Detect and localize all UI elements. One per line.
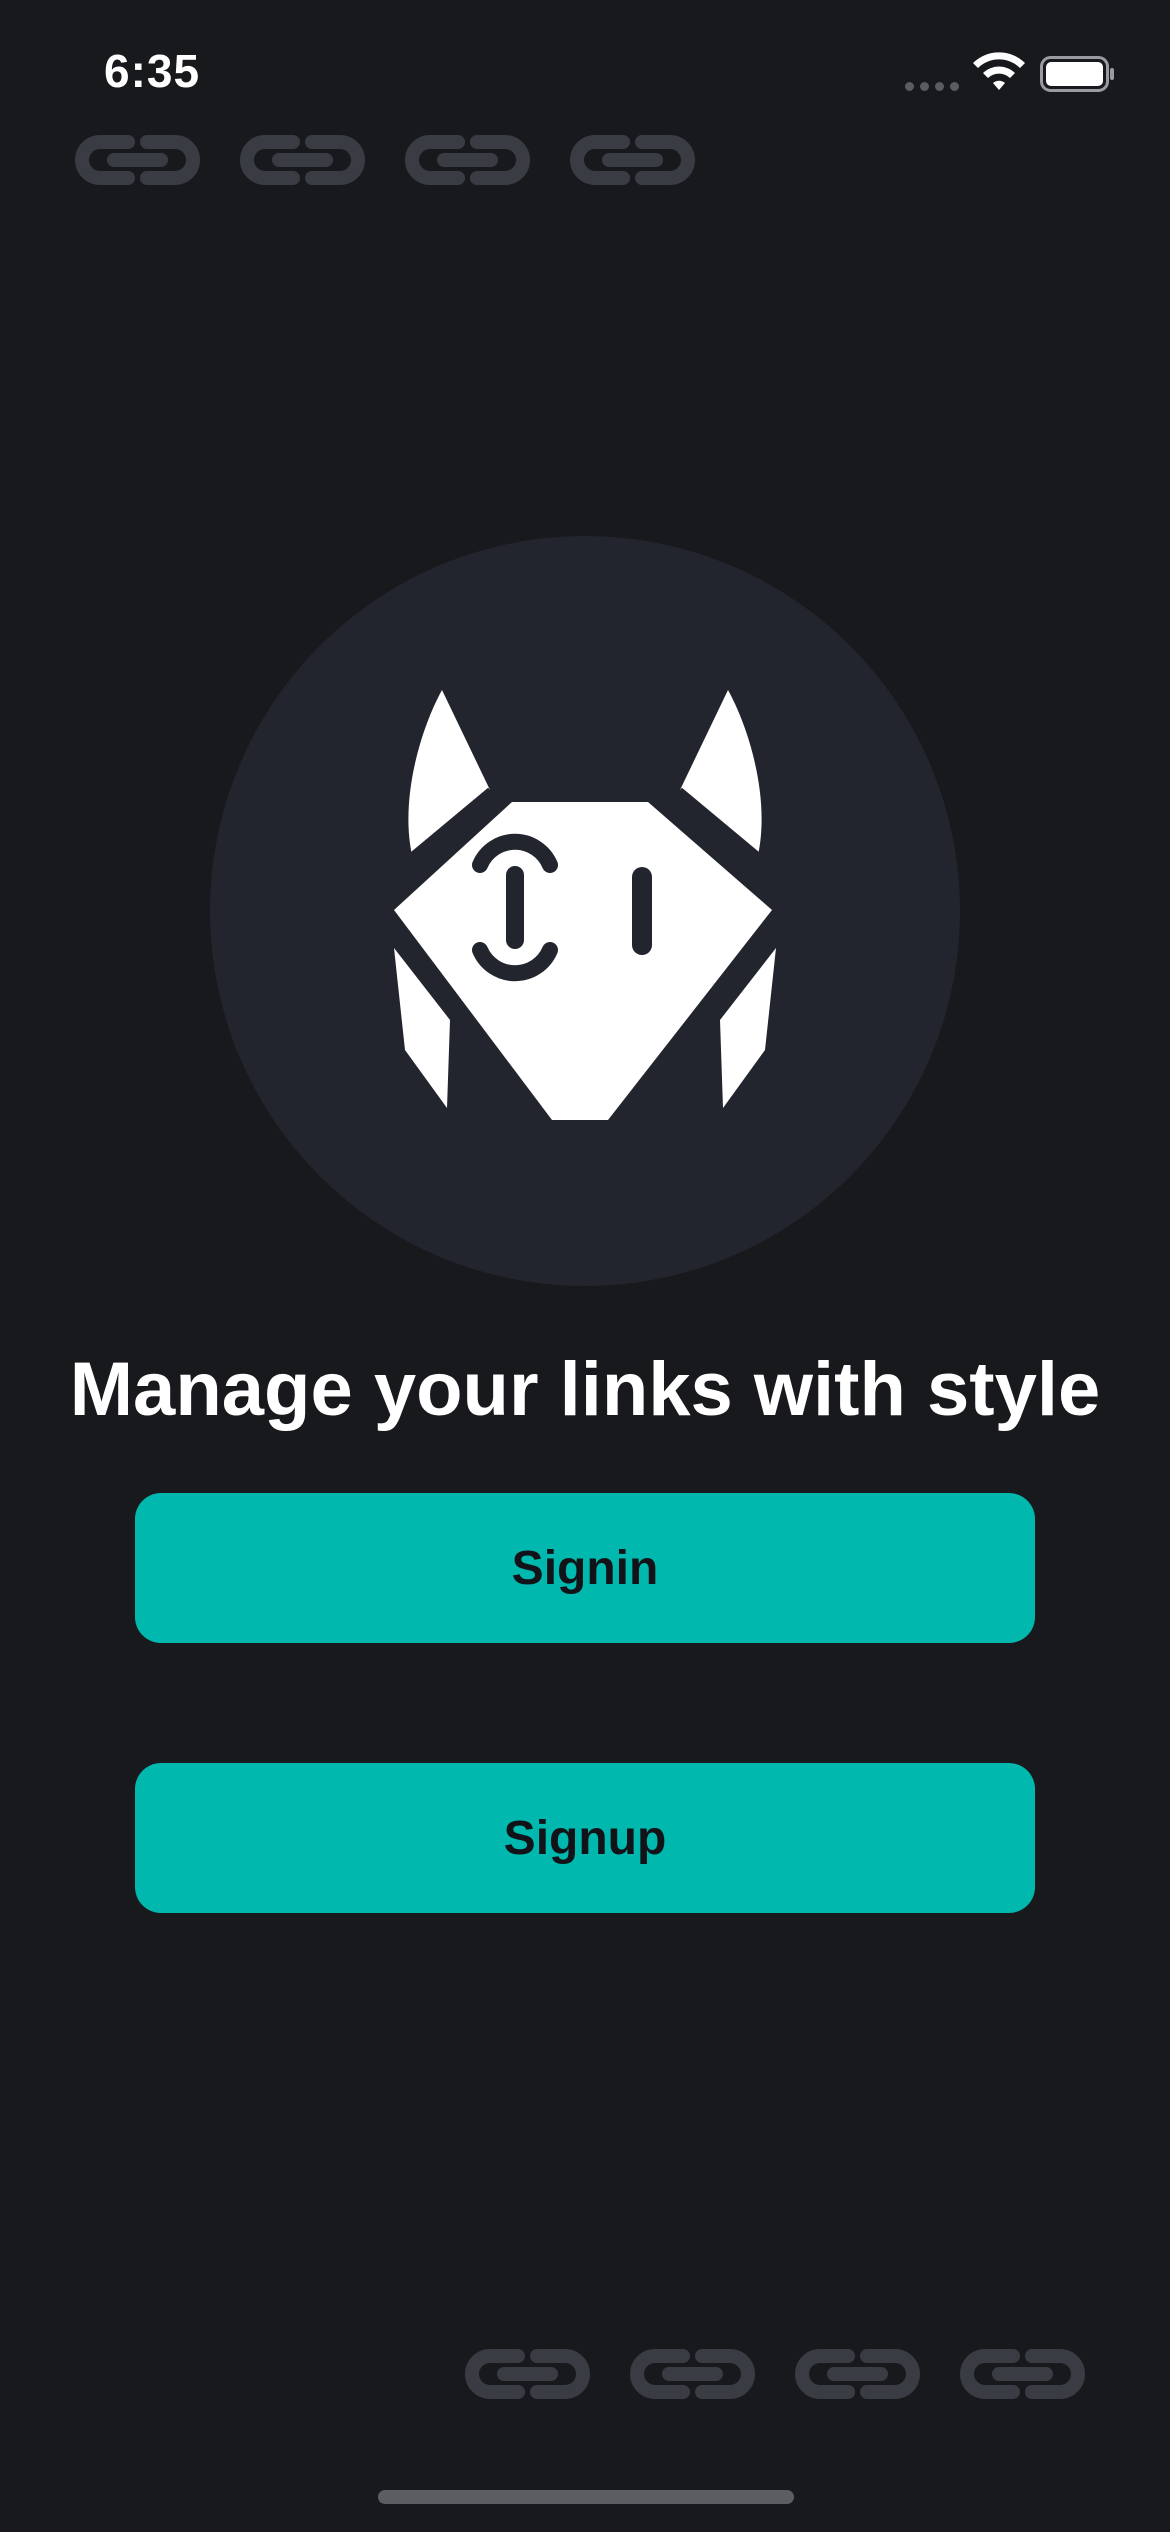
decorative-links-top bbox=[70, 132, 700, 188]
link-chain-icon bbox=[240, 135, 365, 185]
link-chain-icon bbox=[960, 2349, 1085, 2399]
link-chain-icon bbox=[75, 135, 200, 185]
home-indicator[interactable] bbox=[378, 2490, 794, 2504]
signup-button[interactable]: Signup bbox=[135, 1763, 1035, 1913]
wifi-icon bbox=[973, 52, 1025, 90]
link-chain-icon bbox=[405, 135, 530, 185]
link-chain-icon bbox=[630, 2349, 755, 2399]
status-bar: 6:35 bbox=[0, 0, 1170, 150]
link-chain-icon bbox=[795, 2349, 920, 2399]
decorative-links-bottom bbox=[460, 2346, 1090, 2402]
cellular-signal-icon bbox=[905, 82, 959, 91]
page-headline: Manage your links with style bbox=[69, 1347, 1101, 1432]
signin-button[interactable]: Signin bbox=[135, 1493, 1035, 1643]
fox-logo-icon bbox=[394, 690, 776, 1120]
link-chain-icon bbox=[570, 135, 695, 185]
battery-icon bbox=[1040, 56, 1114, 92]
link-chain-icon bbox=[465, 2349, 590, 2399]
status-time: 6:35 bbox=[104, 45, 201, 97]
